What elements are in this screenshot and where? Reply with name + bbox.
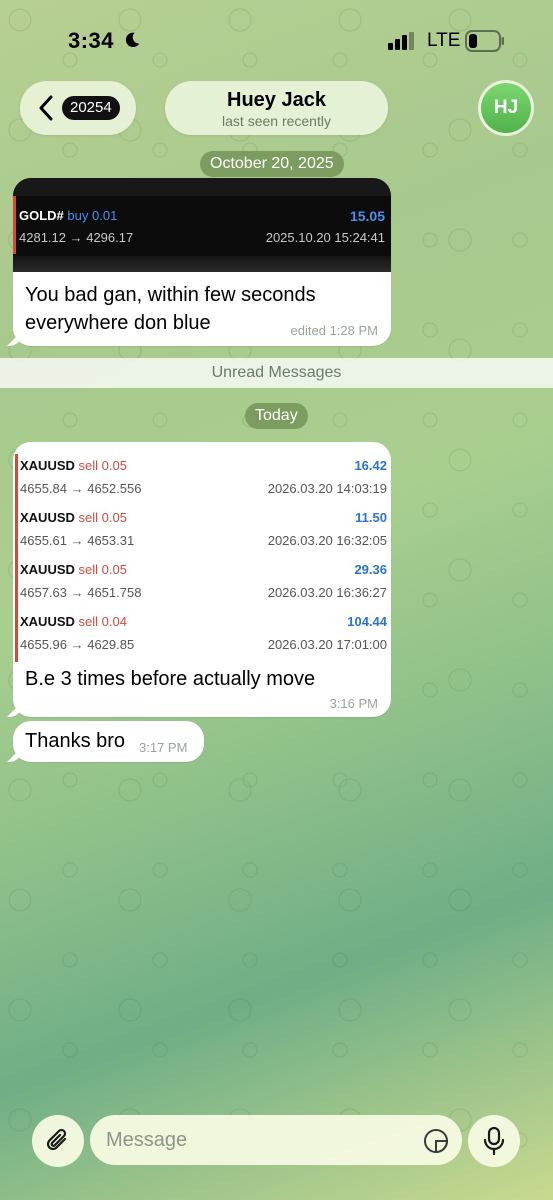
avatar[interactable]: HJ: [478, 80, 534, 136]
bubble-tail: [7, 746, 23, 762]
trade-datetime: 2026.03.20 14:03:19: [267, 481, 387, 496]
chat-title[interactable]: Huey Jack last seen recently: [165, 81, 388, 135]
trade-symbol: XAUUSD sell 0.04: [20, 614, 127, 629]
status-time: 3:34: [68, 28, 115, 53]
date-chip: Today: [245, 403, 308, 429]
message-text: B.e 3 times before actually move: [25, 668, 316, 690]
contact-status: last seen recently: [222, 113, 331, 129]
trade-prices: 4655.61 → 4653.31: [20, 533, 135, 548]
message-bubble[interactable]: XAUUSD sell 0.05 16.42 4655.84 → 4652.55…: [7, 442, 391, 717]
date-chip: October 20, 2025: [200, 151, 344, 177]
trade-side: sell 0.04: [78, 614, 127, 629]
trade-row[interactable]: XAUUSD sell 0.05 16.42 4655.84 → 4652.55…: [13, 454, 391, 506]
attach-button[interactable]: [32, 1115, 84, 1167]
message-text: Thanks bro: [25, 730, 126, 752]
trade-side: sell 0.05: [78, 458, 127, 473]
trade-profit: 16.42: [354, 458, 387, 473]
message-time: 3:17 PM: [139, 740, 188, 755]
moon-icon: [125, 32, 140, 48]
trade-side: sell 0.05: [78, 510, 127, 525]
trade-side-bar: [15, 610, 18, 662]
message-input[interactable]: [90, 1115, 462, 1165]
microphone-icon: [483, 1126, 505, 1156]
trade-symbol: GOLD# buy 0.01: [19, 208, 118, 223]
trade-row[interactable]: XAUUSD sell 0.04 104.44 4655.96 → 4629.8…: [13, 610, 391, 662]
trade-side-bar: [15, 454, 18, 506]
trade-datetime: 2025.10.20 15:24:41: [265, 230, 385, 245]
trade-profit: 15.05: [349, 208, 385, 224]
trade-prices: 4281.12 → 4296.17: [19, 230, 134, 245]
status-bar: 3:34 LTE: [0, 0, 553, 80]
signal-icon: [388, 32, 414, 50]
trade-row[interactable]: XAUUSD sell 0.05 11.50 4655.61 → 4653.31…: [13, 506, 391, 558]
chevron-left-icon: [39, 95, 53, 121]
trade-side-bar: [13, 196, 16, 254]
trade-prices: 4657.63 → 4651.758: [20, 585, 142, 600]
trade-profit: 29.36: [354, 562, 387, 577]
contact-name: Huey Jack: [227, 89, 326, 111]
unread-separator: Unread Messages: [0, 358, 553, 388]
trade-datetime: 2026.03.20 17:01:00: [267, 637, 387, 652]
trade-side-bar: [15, 506, 18, 558]
unread-count-badge: 20254: [62, 96, 120, 120]
trade-symbol: XAUUSD sell 0.05: [20, 458, 127, 473]
trade-profit: 104.44: [347, 614, 387, 629]
trade-side: buy 0.01: [67, 208, 118, 223]
avatar-initials: HJ: [481, 83, 531, 133]
trade-datetime: 2026.03.20 16:36:27: [267, 585, 387, 600]
sticker-icon[interactable]: [423, 1128, 449, 1154]
message-time: edited 1:28 PM: [290, 323, 378, 338]
trade-symbol: XAUUSD sell 0.05: [20, 562, 127, 577]
bubble-tail: [7, 701, 23, 717]
network-label: LTE: [427, 30, 461, 51]
trade-profit: 11.50: [355, 510, 387, 525]
microphone-button[interactable]: [468, 1115, 520, 1167]
trade-prices: 4655.84 → 4652.556: [20, 481, 142, 496]
trade-prices: 4655.96 → 4629.85: [20, 637, 135, 652]
bubble-tail: [7, 330, 23, 346]
paperclip-icon: [46, 1128, 67, 1151]
trade-side: sell 0.05: [78, 562, 127, 577]
trade-screenshot[interactable]: GOLD# buy 0.01 15.05 4281.12 → 4296.17 2…: [13, 178, 391, 272]
trade-datetime: 2026.03.20 16:32:05: [267, 533, 387, 548]
trade-symbol: XAUUSD sell 0.05: [20, 510, 127, 525]
message-time: 3:16 PM: [329, 696, 378, 711]
back-button[interactable]: 20254: [20, 81, 136, 135]
message-bubble[interactable]: GOLD# buy 0.01 15.05 4281.12 → 4296.17 2…: [7, 178, 391, 346]
battery-icon: [465, 30, 504, 52]
message-bubble[interactable]: Thanks bro 3:17 PM: [7, 721, 204, 762]
trade-side-bar: [15, 558, 18, 610]
trade-row[interactable]: XAUUSD sell 0.05 29.36 4657.63 → 4651.75…: [13, 558, 391, 610]
